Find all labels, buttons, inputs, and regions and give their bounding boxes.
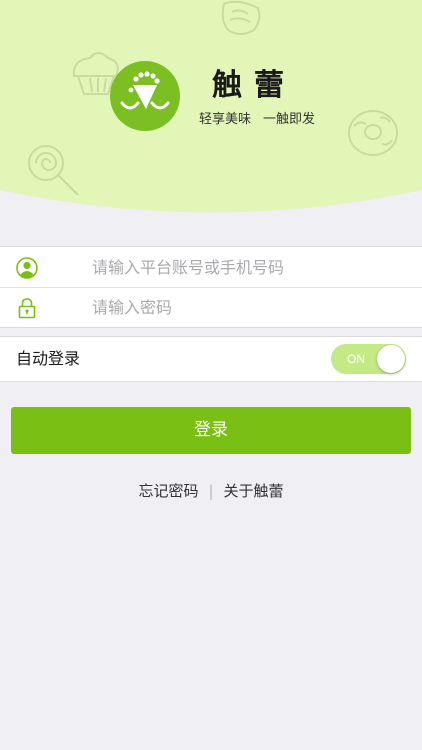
auto-login-toggle[interactable]: ON [331,344,406,374]
brand-logo-icon [110,61,180,131]
brand-slogan: 轻享美味 一触即发 [199,110,315,130]
auto-login-label: 自动登录 [16,349,81,368]
link-separator: | [208,482,214,500]
login-button[interactable]: 登录 [11,407,411,454]
forgot-password-link[interactable]: 忘记密码 [138,480,198,502]
bottom-links: 忘记密码 | 关于触蕾 [0,480,422,502]
slogan-right: 一触即发 [263,112,316,127]
login-form [0,246,422,328]
lock-icon [18,298,36,319]
about-link[interactable]: 关于触蕾 [224,480,284,502]
user-icon [16,257,38,279]
password-input[interactable] [92,292,402,322]
toggle-state-text: ON [347,352,365,366]
donut-doodle-icon [348,110,398,156]
header-banner: 触蕾 轻享美味 一触即发 [0,0,422,240]
toggle-knob[interactable] [377,345,405,373]
lollipop-doodle-icon [28,145,79,196]
password-row [0,287,422,327]
slogan-left: 轻享美味 [199,112,252,127]
account-input[interactable] [92,252,402,282]
brand-name: 触蕾 [212,68,296,103]
candy-doodle-icon [221,0,261,35]
auto-login-row: 自动登录 ON [0,336,422,382]
account-row [0,247,422,287]
